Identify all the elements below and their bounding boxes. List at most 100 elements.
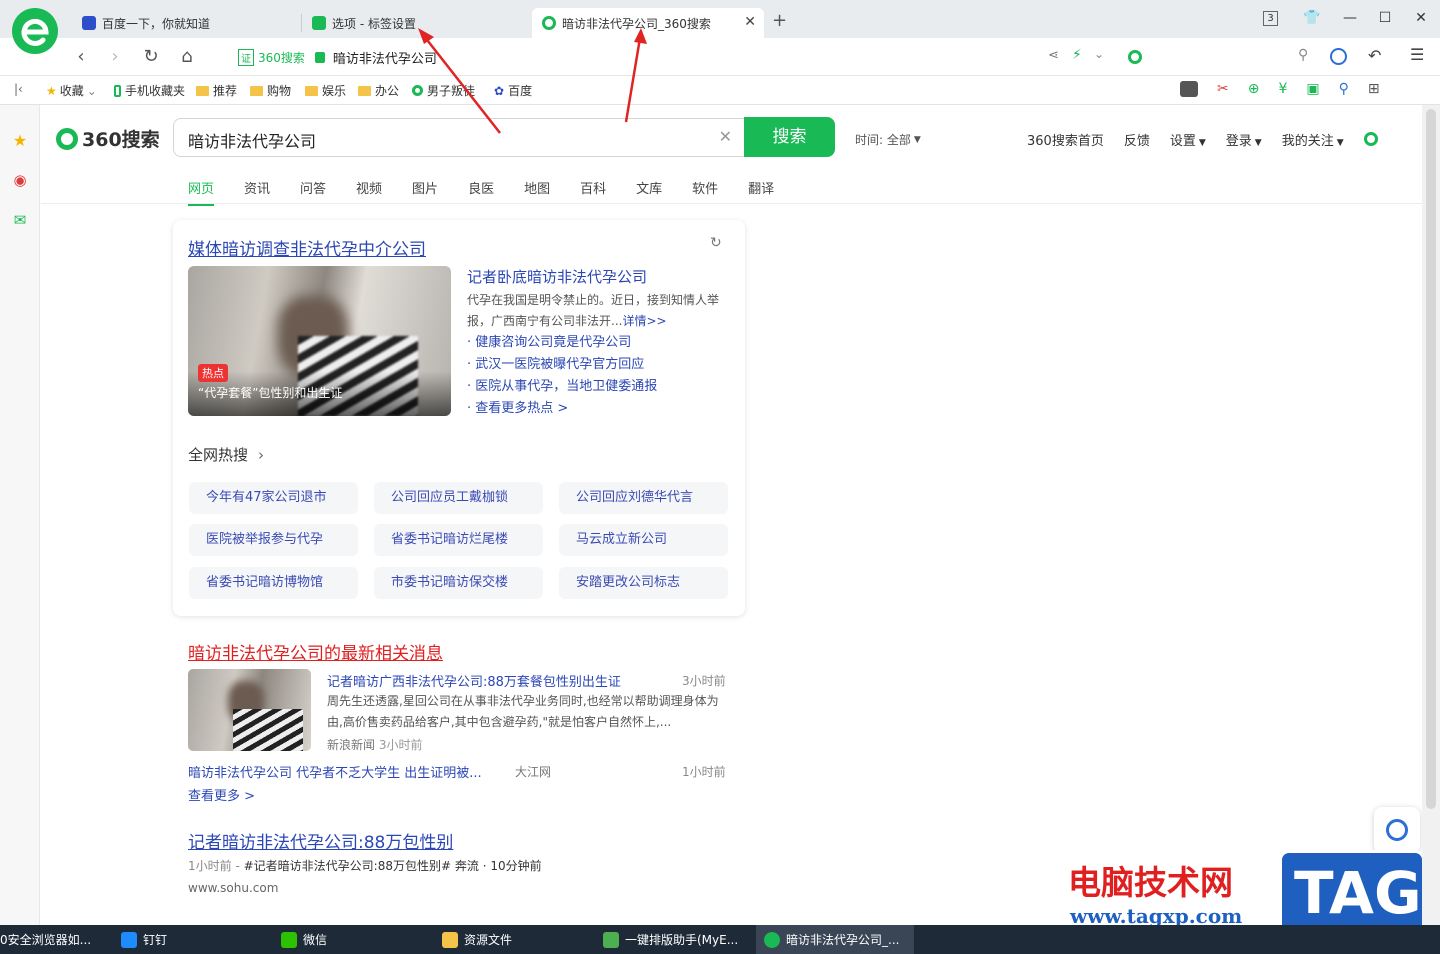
screenshot-icon[interactable]: ✂ (1217, 81, 1229, 97)
fav-office[interactable]: 办公 (358, 82, 399, 99)
taskbar-item-dingtalk[interactable]: 钉钉 (121, 925, 167, 954)
minimize-button[interactable]: — (1340, 10, 1360, 26)
nav-translate[interactable]: 翻译 (748, 178, 774, 206)
link-login[interactable]: 登录 ▼ (1226, 130, 1262, 149)
fav-collect[interactable]: ★ 收藏 ⌄ (46, 82, 97, 99)
clear-icon[interactable]: ✕ (719, 127, 732, 146)
fav-shopping[interactable]: 购物 (250, 82, 291, 99)
taskbar-item-myeditor[interactable]: 一键排版助手(MyE... (603, 925, 738, 954)
maximize-button[interactable]: ☐ (1375, 10, 1395, 26)
collapse-sidebar-icon[interactable]: |‹ (14, 82, 23, 96)
hot-chip[interactable]: 安踏更改公司标志 (559, 567, 728, 599)
nav-news[interactable]: 资讯 (244, 178, 270, 206)
card-title[interactable]: 媒体暗访调查非法代孕中介公司 (188, 235, 426, 260)
menu-icon[interactable]: ☰ (1410, 45, 1424, 64)
translate-icon[interactable] (1330, 48, 1347, 65)
apps-icon[interactable]: ⊞ (1368, 81, 1380, 97)
360-search-icon[interactable] (1363, 132, 1378, 146)
news-more-link[interactable]: 查看更多 > (188, 785, 255, 804)
list-item[interactable]: · 健康咨询公司竟是代孕公司 (467, 332, 657, 354)
fav-news[interactable]: 男子叛徒 (412, 82, 475, 99)
weibo-icon[interactable]: ◉ (11, 171, 29, 189)
search-icon[interactable]: ⚲ (1339, 81, 1349, 97)
link-home[interactable]: 360搜索首页 (1027, 130, 1104, 149)
fav-recommend[interactable]: 推荐 (196, 82, 237, 99)
result-title[interactable]: 记者暗访非法代孕公司:88万包性别 (188, 828, 453, 853)
fav-entertainment[interactable]: 娱乐 (305, 82, 346, 99)
headline-link[interactable]: 记者卧底暗访非法代孕公司 (467, 266, 647, 287)
taskbar-item-browser[interactable]: 0安全浏览器如... (0, 925, 91, 954)
new-tab-button[interactable]: + (772, 10, 787, 31)
nav-qa[interactable]: 问答 (300, 178, 326, 206)
details-link[interactable]: 详情>> (622, 314, 666, 328)
tab-count-badge[interactable]: 3 (1263, 11, 1278, 26)
nav-software[interactable]: 软件 (692, 178, 718, 206)
game-icon[interactable]: ▣ (1306, 81, 1319, 97)
hot-chip[interactable]: 医院被举报参与代孕 (189, 524, 358, 556)
scrollbar-thumb[interactable] (1426, 109, 1436, 809)
add-icon[interactable]: ⊕ (1248, 81, 1260, 97)
mail-icon[interactable]: ✉ (11, 211, 29, 229)
forward-icon[interactable]: › (104, 46, 126, 67)
link-settings[interactable]: 设置 ▼ (1170, 130, 1206, 149)
nav-map[interactable]: 地图 (524, 178, 550, 206)
nav-image[interactable]: 图片 (412, 178, 438, 206)
list-item[interactable]: · 医院从事代孕，当地卫健委通报 (467, 376, 657, 398)
taskbar-item-wechat[interactable]: 微信 (281, 925, 327, 954)
back-icon[interactable]: ‹ (70, 46, 92, 67)
news-block-title[interactable]: 暗访非法代孕公司的最新相关消息 (188, 639, 443, 664)
hot-chip[interactable]: 省委书记暗访博物馆 (189, 567, 358, 599)
refresh-icon[interactable]: ↻ (140, 46, 162, 67)
chevron-down-icon[interactable]: ⌄ (1094, 47, 1104, 61)
search-engine-icon[interactable] (1128, 50, 1142, 64)
taskbar-item-files[interactable]: 资源文件 (442, 925, 512, 954)
address-field[interactable]: 证 360搜索 暗访非法代孕公司 (238, 48, 437, 67)
hot-chip[interactable]: 马云成立新公司 (559, 524, 728, 556)
hot-search-header[interactable]: 全网热搜 › (188, 444, 264, 465)
hot-chip[interactable]: 市委书记暗访保交楼 (374, 567, 543, 599)
close-window-button[interactable]: ✕ (1411, 10, 1431, 26)
search-box[interactable]: 暗访非法代孕公司 ✕ (173, 118, 745, 157)
news-thumbnail[interactable] (188, 669, 311, 751)
hot-chip[interactable]: 省委书记暗访烂尾楼 (374, 524, 543, 556)
scrollbar[interactable] (1422, 105, 1440, 925)
browser-logo-icon[interactable] (12, 8, 58, 54)
nav-doctor[interactable]: 良医 (468, 178, 494, 206)
time-filter[interactable]: 时间: 全部 ▼ (855, 131, 921, 148)
nav-baike[interactable]: 百科 (580, 178, 606, 206)
hot-chip[interactable]: 公司回应刘德华代言 (559, 482, 728, 514)
nav-wenku[interactable]: 文库 (636, 178, 662, 206)
undo-icon[interactable]: ↶ (1368, 46, 1381, 65)
money-icon[interactable]: ¥ (1278, 81, 1287, 97)
hot-chip[interactable]: 公司回应员工戴枷锁 (374, 482, 543, 514)
nav-video[interactable]: 视频 (356, 178, 382, 206)
list-item[interactable]: · 查看更多热点 > (467, 398, 657, 420)
link-feedback[interactable]: 反馈 (1124, 130, 1150, 149)
nav-webpage[interactable]: 网页 (188, 178, 214, 206)
card-image[interactable]: 热点 “代孕套餐”包性别和出生证 (188, 266, 451, 416)
refresh-icon[interactable]: ↻ (710, 235, 722, 251)
fav-mobile[interactable]: 手机收藏夹 (114, 82, 185, 99)
skin-icon[interactable]: 👕 (1302, 10, 1322, 26)
list-item[interactable]: · 武汉一医院被曝代孕官方回应 (467, 354, 657, 376)
reader-icon[interactable] (1180, 81, 1198, 97)
search-logo[interactable]: 360搜索 (56, 125, 160, 152)
lightning-icon[interactable]: ⚡ (1072, 47, 1082, 63)
share-icon[interactable]: ⋖ (1048, 48, 1059, 63)
search-icon[interactable]: ⚲ (1298, 47, 1308, 63)
tab-options[interactable]: 选项 - 标签设置 (302, 8, 532, 38)
close-tab-icon[interactable]: ✕ (744, 14, 756, 30)
search-button[interactable]: 搜索 (744, 117, 835, 157)
floating-translate-button[interactable] (1374, 807, 1420, 853)
tab-baidu[interactable]: 百度一下，你就知道 (72, 8, 302, 38)
news-second-title[interactable]: 暗访非法代孕公司 代孕者不乏大学生 出生证明被... (188, 762, 482, 781)
search-input[interactable]: 暗访非法代孕公司 (188, 128, 316, 152)
taskbar-item-active-browser[interactable]: 暗访非法代孕公司_... (756, 925, 914, 954)
link-follow[interactable]: 我的关注 ▼ (1282, 130, 1344, 149)
news-item-title[interactable]: 记者暗访广西非法代孕公司:88万套餐包性别出生证 (327, 671, 621, 690)
fav-baidu[interactable]: ✿ 百度 (494, 82, 532, 99)
home-icon[interactable]: ⌂ (176, 46, 198, 67)
hot-chip[interactable]: 今年有47家公司退市 (189, 482, 358, 514)
tab-search[interactable]: 暗访非法代孕公司_360搜索 ✕ (532, 8, 764, 38)
favorites-star-icon[interactable]: ★ (11, 131, 29, 150)
